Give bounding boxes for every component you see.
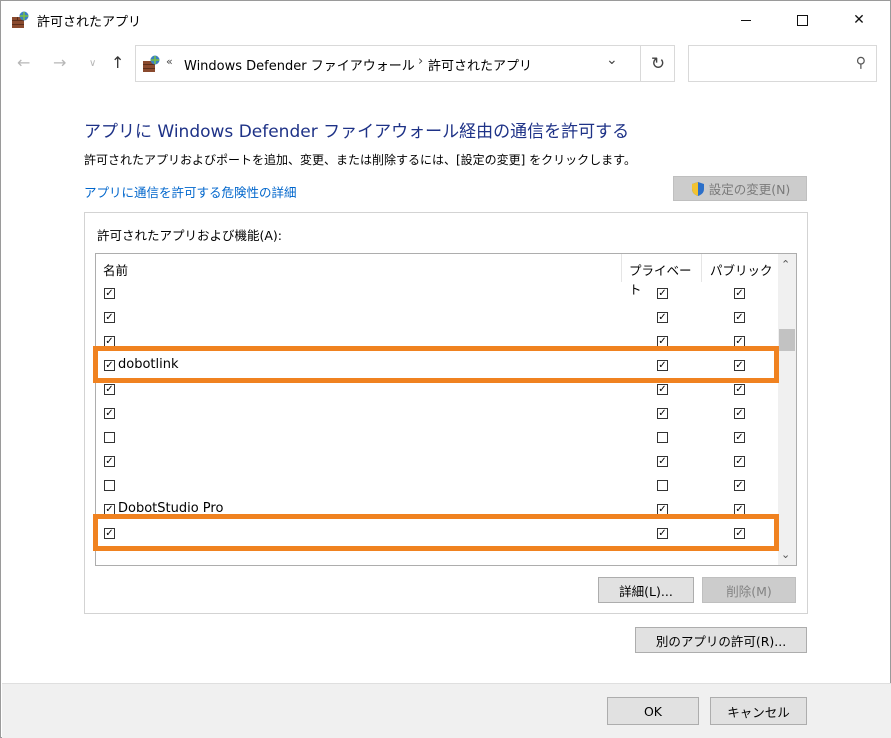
close-icon: ✕ (853, 12, 865, 28)
change-settings-label: 設定の変更(N) (708, 182, 791, 197)
details-button[interactable]: 詳細(L)... (598, 577, 694, 603)
refresh-icon: ↻ (650, 53, 666, 74)
ok-button[interactable]: OK (607, 697, 699, 725)
public-checkbox[interactable]: ✓ (734, 288, 745, 299)
window-title: 許可されたアプリ (37, 15, 142, 30)
allow-another-app-button[interactable]: 別のアプリの許可(R)... (635, 627, 807, 653)
table-row[interactable]: ✓ ✓ ✓ (96, 450, 776, 474)
table-row[interactable]: ✓ dobotlink ✓ ✓ (96, 354, 776, 378)
title-bar: 許可されたアプリ ✕ (1, 1, 890, 39)
firewall-icon (12, 11, 29, 28)
column-header-name[interactable]: 名前 (103, 260, 128, 279)
search-icon: ⚲ (855, 55, 866, 71)
scroll-down-icon[interactable]: ⌄ (781, 548, 790, 561)
change-settings-button[interactable]: 設定の変更(N) (673, 176, 807, 201)
scroll-up-icon[interactable]: ⌃ (781, 258, 790, 271)
cancel-button[interactable]: キャンセル (710, 697, 807, 725)
public-checkbox[interactable]: ✓ (734, 336, 745, 347)
up-arrow-icon[interactable]: ↑ (111, 53, 124, 72)
private-checkbox[interactable] (657, 480, 668, 491)
enabled-checkbox[interactable]: ✓ (104, 504, 115, 515)
risk-details-link[interactable]: アプリに通信を許可する危険性の詳細 (84, 182, 297, 201)
enabled-checkbox[interactable]: ✓ (104, 288, 115, 299)
column-header-private[interactable]: プライベート (621, 254, 701, 297)
table-row[interactable]: ✓ ✓ ✓ (96, 402, 776, 426)
maximize-icon (796, 14, 808, 26)
enabled-checkbox[interactable]: ✓ (104, 360, 115, 371)
public-checkbox[interactable]: ✓ (734, 504, 745, 515)
public-checkbox[interactable]: ✓ (734, 408, 745, 419)
forward-arrow-icon[interactable]: → (53, 53, 66, 72)
column-header-public[interactable]: パブリック (701, 254, 776, 282)
delete-button[interactable]: 削除(M) (702, 577, 796, 603)
private-checkbox[interactable]: ✓ (657, 384, 668, 395)
enabled-checkbox[interactable] (104, 432, 115, 443)
dialog-window: 許可されたアプリ ✕ ← → ∨ ↑ « Windows Defender ファ… (0, 0, 891, 738)
firewall-icon (143, 55, 160, 72)
scroll-thumb[interactable] (779, 329, 795, 351)
private-checkbox[interactable]: ✓ (657, 312, 668, 323)
breadcrumb-firewall[interactable]: Windows Defender ファイアウォール (184, 55, 415, 74)
table-row[interactable]: ✓ ✓ ✓ (96, 282, 776, 306)
minimize-icon (741, 19, 751, 21)
address-dropdown-icon[interactable]: ⌄ (606, 52, 618, 68)
back-arrow-icon[interactable]: ← (17, 53, 30, 72)
private-checkbox[interactable]: ✓ (657, 456, 668, 467)
table-row[interactable]: ✓ ✓ ✓ (96, 378, 776, 402)
public-checkbox[interactable]: ✓ (734, 360, 745, 371)
breadcrumb-overflow[interactable]: « (166, 55, 173, 68)
table-row[interactable]: ✓ DobotStudio Pro ✓ ✓ (96, 498, 776, 522)
enabled-checkbox[interactable]: ✓ (104, 312, 115, 323)
enabled-checkbox[interactable]: ✓ (104, 408, 115, 419)
table-row[interactable]: ✓ (96, 426, 776, 450)
search-box[interactable]: ⚲ (688, 45, 877, 82)
allowed-apps-label: 許可されたアプリおよび機能(A): (97, 228, 283, 243)
public-checkbox[interactable]: ✓ (734, 432, 745, 443)
breadcrumb-separator-icon[interactable]: › (418, 54, 423, 69)
app-name: dobotlink (118, 357, 179, 372)
enabled-checkbox[interactable]: ✓ (104, 384, 115, 395)
private-checkbox[interactable]: ✓ (657, 336, 668, 347)
private-checkbox[interactable] (657, 432, 668, 443)
private-checkbox[interactable]: ✓ (657, 288, 668, 299)
enabled-checkbox[interactable]: ✓ (104, 528, 115, 539)
page-description: 許可されたアプリおよびポートを追加、変更、または削除するには、[設定の変更] を… (84, 153, 636, 167)
enabled-checkbox[interactable] (104, 480, 115, 491)
vertical-scrollbar[interactable]: ⌃ ⌄ (778, 254, 796, 565)
table-row[interactable]: ✓ ✓ ✓ (96, 522, 776, 546)
minimize-button[interactable] (723, 1, 769, 39)
public-checkbox[interactable]: ✓ (734, 480, 745, 491)
private-checkbox[interactable]: ✓ (657, 504, 668, 515)
table-row[interactable]: ✓ ✓ ✓ (96, 306, 776, 330)
enabled-checkbox[interactable]: ✓ (104, 336, 115, 347)
table-row[interactable]: ✓ ✓ ✓ (96, 330, 776, 354)
table-row[interactable]: ✓ (96, 474, 776, 498)
breadcrumb-allowed-apps[interactable]: 許可されたアプリ (428, 55, 532, 74)
maximize-button[interactable] (779, 1, 825, 39)
enabled-checkbox[interactable]: ✓ (104, 456, 115, 467)
uac-shield-icon (691, 181, 704, 196)
address-bar[interactable]: « Windows Defender ファイアウォール › 許可されたアプリ ⌄… (135, 45, 675, 82)
close-button[interactable]: ✕ (836, 1, 882, 39)
app-name: DobotStudio Pro (118, 501, 224, 516)
refresh-button[interactable]: ↻ (640, 46, 675, 81)
public-checkbox[interactable]: ✓ (734, 456, 745, 467)
public-checkbox[interactable]: ✓ (734, 384, 745, 395)
private-checkbox[interactable]: ✓ (657, 360, 668, 371)
public-checkbox[interactable]: ✓ (734, 312, 745, 323)
recent-locations-chevron-icon[interactable]: ∨ (89, 58, 96, 69)
private-checkbox[interactable]: ✓ (657, 408, 668, 419)
private-checkbox[interactable]: ✓ (657, 528, 668, 539)
page-heading: アプリに Windows Defender ファイアウォール経由の通信を許可する (84, 122, 630, 142)
public-checkbox[interactable]: ✓ (734, 528, 745, 539)
allowed-apps-list[interactable]: 名前 プライベート パブリック ✓ ✓ ✓ ✓ ✓ ✓ ✓ ✓ ✓ ✓ dobotlink ✓ ✓ ✓ ✓ ✓… (95, 253, 797, 566)
list-header: 名前 プライベート パブリック (96, 254, 776, 297)
